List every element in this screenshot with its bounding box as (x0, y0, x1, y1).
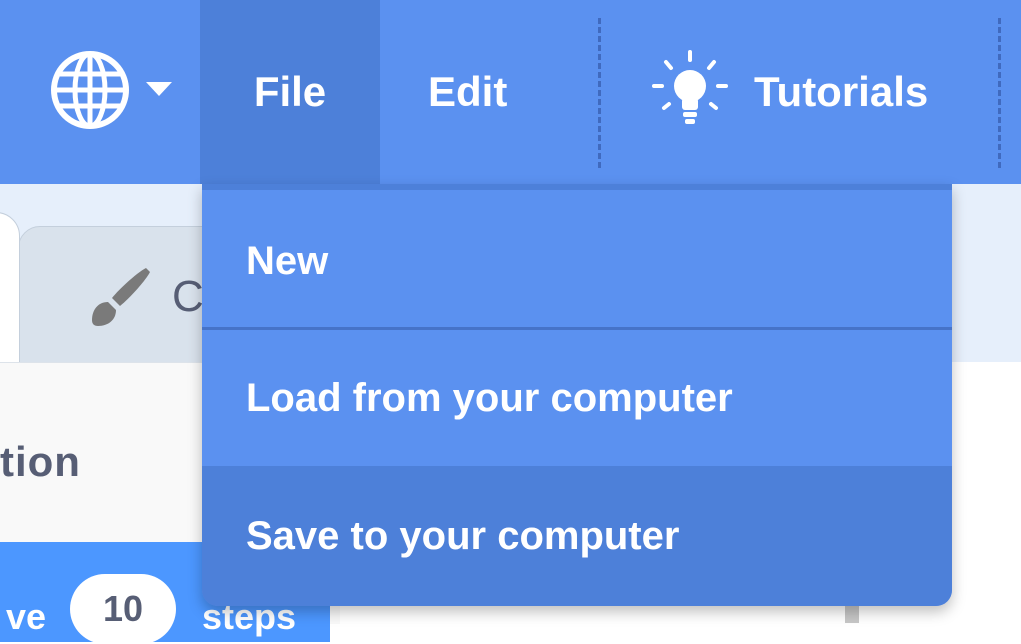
tab-costumes-label: C (172, 272, 204, 321)
category-title: tion (0, 438, 81, 485)
menu-item-new[interactable]: New (202, 184, 952, 330)
menu-item-save-to-computer[interactable]: Save to your computer (202, 466, 952, 606)
steps-input[interactable]: 10 (70, 574, 176, 644)
menu-divider (998, 18, 1001, 168)
menu-edit[interactable]: Edit (428, 0, 507, 184)
block-word-move: ve (6, 596, 47, 637)
file-dropdown-menu: New Load from your computer Save to your… (202, 184, 952, 606)
menu-item-load-from-computer[interactable]: Load from your computer (202, 330, 952, 466)
menu-tutorials[interactable]: Tutorials (754, 0, 928, 184)
menu-file[interactable]: File (200, 0, 380, 184)
lightbulb-icon (652, 50, 728, 124)
menu-divider (598, 18, 601, 168)
dropdown-top-border (202, 184, 952, 190)
paintbrush-icon (92, 268, 150, 326)
globe-icon[interactable] (48, 48, 132, 132)
caret-down-icon[interactable] (146, 82, 172, 96)
